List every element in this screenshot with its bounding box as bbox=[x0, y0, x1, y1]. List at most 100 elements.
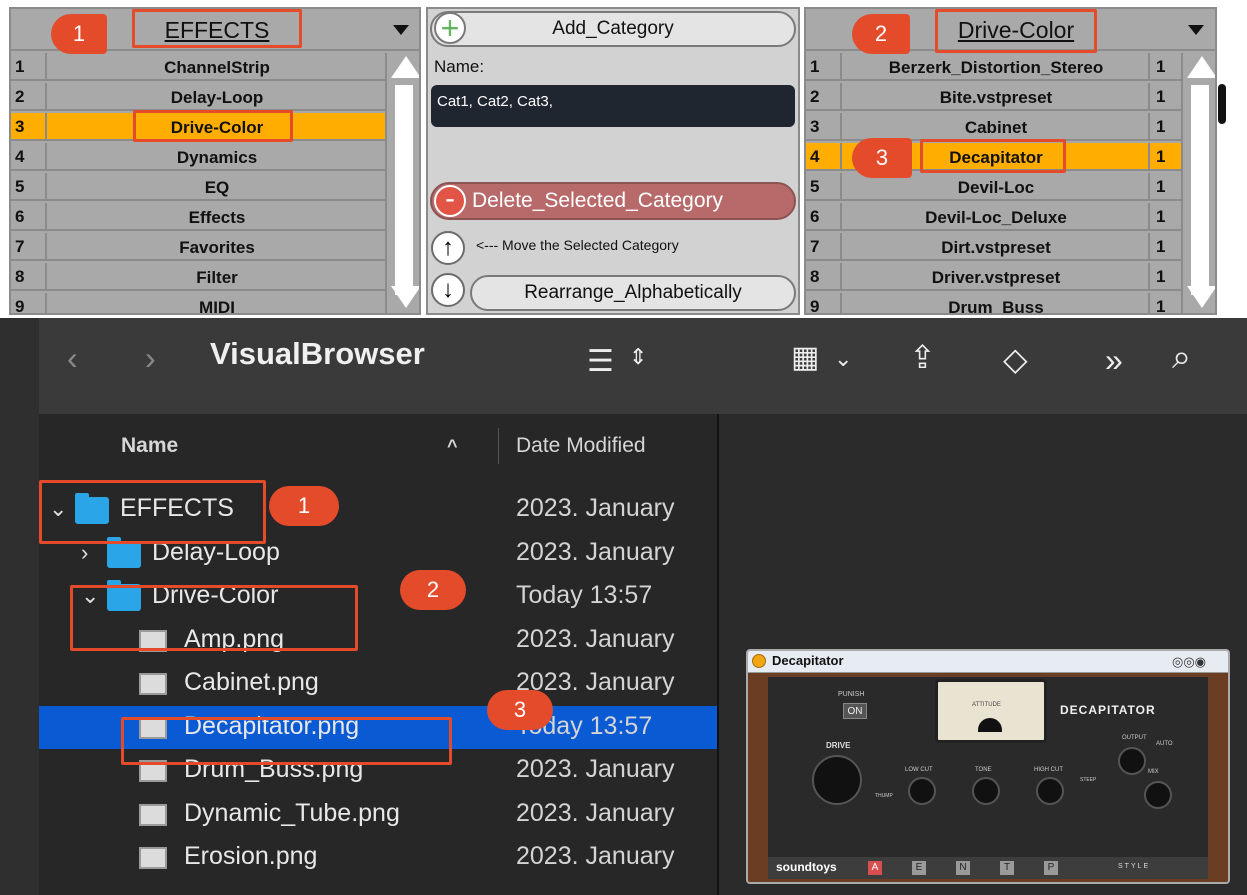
file-date: 2023. January bbox=[516, 537, 675, 566]
meter-label: ATTITUDE bbox=[972, 702, 1001, 708]
file-date: 2023. January bbox=[516, 624, 675, 653]
style-button[interactable]: P bbox=[1044, 861, 1058, 875]
more-icon[interactable]: » bbox=[1105, 342, 1123, 379]
style-button[interactable]: N bbox=[956, 861, 970, 875]
category-scrollbar[interactable] bbox=[385, 53, 419, 313]
preset-row[interactable]: 6 Devil-Loc_Deluxe 1 bbox=[806, 203, 1181, 231]
row-number: 5 bbox=[11, 173, 47, 201]
name-input[interactable]: Cat1, Cat2, Cat3, bbox=[431, 85, 795, 127]
punish-label: PUNISH bbox=[838, 691, 865, 698]
plugin-window-buttons-icon[interactable]: ◎◎◉ bbox=[1172, 654, 1206, 670]
style-button[interactable]: T bbox=[1000, 861, 1014, 875]
preset-row[interactable]: 7 Dirt.vstpreset 1 bbox=[806, 233, 1181, 261]
tag-icon[interactable]: ◇ bbox=[1003, 340, 1028, 378]
image-thumbnail-icon bbox=[139, 673, 167, 695]
category-row[interactable]: 6 Effects bbox=[11, 203, 385, 231]
annotation-badge-2: 2 bbox=[852, 14, 910, 54]
chevron-down-icon[interactable]: ⌄ bbox=[834, 346, 852, 372]
share-icon[interactable]: ⇪ bbox=[909, 338, 936, 376]
rearrange-alphabetically-button[interactable]: Rearrange_Alphabetically bbox=[470, 275, 796, 311]
file-row[interactable]: Erosion.png 2023. January bbox=[39, 836, 717, 879]
annotation-box-effects bbox=[132, 9, 302, 48]
scroll-up-icon[interactable] bbox=[391, 56, 419, 78]
drive-label: DRIVE bbox=[826, 741, 851, 750]
scroll-thumb[interactable] bbox=[1191, 85, 1209, 295]
move-up-icon[interactable]: ↑ bbox=[431, 231, 465, 265]
punish-toggle[interactable]: ON bbox=[843, 703, 867, 719]
row-number: 5 bbox=[806, 173, 842, 201]
file-row[interactable]: Cabinet.png 2023. January bbox=[39, 662, 717, 705]
scroll-thumb[interactable] bbox=[395, 85, 413, 295]
chevron-down-icon[interactable] bbox=[393, 25, 409, 35]
output-knob[interactable] bbox=[1118, 747, 1146, 775]
category-row[interactable]: 8 Filter bbox=[11, 263, 385, 291]
category-name: MIDI bbox=[199, 298, 235, 315]
tone-knob[interactable] bbox=[972, 777, 1000, 805]
file-row[interactable]: Dynamic_Tube.png 2023. January bbox=[39, 793, 717, 836]
preset-name: Berzerk_Distortion_Stereo bbox=[888, 58, 1104, 77]
category-row[interactable]: 1 ChannelStrip bbox=[11, 53, 385, 81]
preset-row[interactable]: 2 Bite.vstpreset 1 bbox=[806, 83, 1181, 111]
preset-row[interactable]: 9 Drum_Buss 1 bbox=[806, 293, 1181, 313]
preset-count: 1 bbox=[1148, 233, 1181, 261]
category-row[interactable]: 4 Dynamics bbox=[11, 143, 385, 171]
category-row[interactable]: 5 EQ bbox=[11, 173, 385, 201]
row-number: 6 bbox=[806, 203, 842, 231]
output-label: OUTPUT bbox=[1122, 735, 1147, 741]
preset-row[interactable]: 8 Driver.vstpreset 1 bbox=[806, 263, 1181, 291]
drive-knob[interactable] bbox=[812, 755, 862, 805]
preset-name: Bite.vstpreset bbox=[939, 88, 1053, 107]
preset-count: 1 bbox=[1148, 83, 1181, 111]
chevron-down-icon[interactable] bbox=[1188, 25, 1204, 35]
column-name-header[interactable]: Name bbox=[121, 414, 178, 478]
preset-count: 1 bbox=[1148, 143, 1181, 171]
lowcut-knob[interactable] bbox=[908, 777, 936, 805]
highcut-knob[interactable] bbox=[1036, 777, 1064, 805]
preset-scrollbar[interactable] bbox=[1181, 53, 1215, 313]
back-icon[interactable]: ‹ bbox=[67, 340, 78, 377]
row-number: 4 bbox=[806, 143, 842, 171]
row-number: 3 bbox=[806, 113, 842, 141]
file-date: 2023. January bbox=[516, 755, 675, 783]
list-view-icon[interactable]: ☰ bbox=[587, 344, 614, 379]
row-number: 7 bbox=[11, 233, 47, 261]
category-row[interactable]: 7 Favorites bbox=[11, 233, 385, 261]
decapitator-plugin-preview: Decapitator ◎◎◉ PUNISH ON ATTITUDE DECAP… bbox=[746, 649, 1230, 884]
group-icon[interactable]: ▦ bbox=[791, 340, 819, 375]
sort-toggle-icon[interactable]: ⇕ bbox=[629, 344, 647, 370]
folder-icon bbox=[107, 536, 141, 568]
delete-category-button[interactable]: - Delete_Selected_Category bbox=[430, 182, 796, 220]
scroll-down-icon[interactable] bbox=[391, 286, 419, 308]
row-number: 2 bbox=[11, 83, 47, 111]
auto-label: AUTO bbox=[1156, 741, 1173, 747]
row-number: 8 bbox=[11, 263, 47, 291]
plus-icon: + bbox=[434, 12, 466, 44]
sort-ascending-icon[interactable]: ^ bbox=[447, 414, 458, 478]
move-down-icon[interactable]: ↓ bbox=[431, 273, 465, 307]
preset-row[interactable]: 3 Cabinet 1 bbox=[806, 113, 1181, 141]
file-name: Erosion.png bbox=[184, 842, 318, 870]
forward-icon[interactable]: › bbox=[145, 340, 156, 377]
category-row[interactable]: 9 MIDI bbox=[11, 293, 385, 315]
scroll-up-icon[interactable] bbox=[1187, 56, 1215, 78]
preset-name: Driver.vstpreset bbox=[931, 268, 1061, 287]
annotation-badge-2: 2 bbox=[400, 570, 466, 610]
column-date-header[interactable]: Date Modified bbox=[516, 414, 646, 478]
preset-row[interactable]: 1 Berzerk_Distortion_Stereo 1 bbox=[806, 53, 1181, 81]
preset-row[interactable]: 5 Devil-Loc 1 bbox=[806, 173, 1181, 201]
category-row[interactable]: 2 Delay-Loop bbox=[11, 83, 385, 111]
mix-label: MIX bbox=[1148, 769, 1159, 775]
annotation-box-drive-color-folder bbox=[70, 585, 358, 651]
scroll-down-icon[interactable] bbox=[1187, 286, 1215, 308]
row-number: 1 bbox=[11, 53, 47, 81]
plugin-close-icon[interactable] bbox=[752, 654, 766, 668]
search-icon[interactable]: ⌕ bbox=[1172, 338, 1191, 377]
finder-sidebar-edge bbox=[0, 318, 39, 895]
style-button[interactable]: A bbox=[868, 861, 882, 875]
category-name: Delay-Loop bbox=[170, 88, 264, 107]
mix-knob[interactable] bbox=[1144, 781, 1172, 809]
category-name: ChannelStrip bbox=[164, 58, 270, 77]
row-number: 6 bbox=[11, 203, 47, 231]
add-category-button[interactable]: + Add_Category bbox=[430, 11, 796, 47]
style-button[interactable]: E bbox=[912, 861, 926, 875]
